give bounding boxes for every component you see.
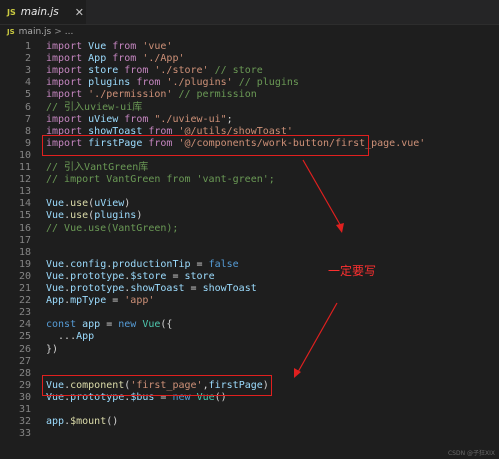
annotation-arrows: [294, 159, 344, 378]
arrow-line-up: [302, 159, 343, 229]
watermark: CSDN @子狂XIX: [447, 450, 495, 457]
arrow-head-up: [336, 223, 344, 233]
arrow-line-down: [297, 302, 338, 373]
annotation-text: 一定要写: [328, 264, 377, 278]
